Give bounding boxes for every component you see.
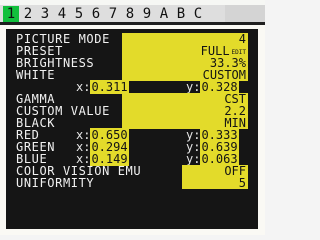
- tab-1[interactable]: 1: [3, 6, 19, 22]
- tab-bar-spacer: [225, 5, 265, 22]
- uniformity-label: UNIFORMITY: [16, 176, 95, 190]
- tab-4[interactable]: 4: [54, 6, 70, 22]
- tab-b[interactable]: B: [173, 6, 189, 22]
- tab-7[interactable]: 7: [105, 6, 121, 22]
- uniformity-value[interactable]: 5: [182, 177, 248, 189]
- white-y-key: y:: [186, 80, 201, 94]
- tab-6[interactable]: 6: [88, 6, 104, 22]
- tab-5[interactable]: 5: [71, 6, 87, 22]
- tab-bar: 1 2 3 4 5 6 7 8 9 A B C: [0, 5, 265, 25]
- white-x[interactable]: x:0.311: [76, 80, 129, 94]
- tab-9[interactable]: 9: [139, 6, 155, 22]
- tab-3[interactable]: 3: [37, 6, 53, 22]
- white-label: WHITE: [16, 68, 56, 82]
- tab-a[interactable]: A: [156, 6, 172, 22]
- monitor-osd-screen: 1 2 3 4 5 6 7 8 9 A B C PICTURE MODE 4 P…: [0, 0, 265, 235]
- white-x-key: x:: [76, 80, 91, 94]
- white-xy-pair: x:0.311 y:0.328: [76, 80, 248, 94]
- tab-2[interactable]: 2: [20, 6, 36, 22]
- white-x-value[interactable]: 0.311: [90, 80, 129, 94]
- settings-menu: PICTURE MODE 4 PRESET FULL EDIT BRIGHTNES…: [6, 29, 258, 229]
- tab-c[interactable]: C: [190, 6, 206, 22]
- blue-y-key: y:: [186, 152, 201, 166]
- preset-edit-tag: EDIT: [231, 49, 246, 56]
- tab-8[interactable]: 8: [122, 6, 138, 22]
- row-uniformity[interactable]: UNIFORMITY 5: [6, 177, 258, 189]
